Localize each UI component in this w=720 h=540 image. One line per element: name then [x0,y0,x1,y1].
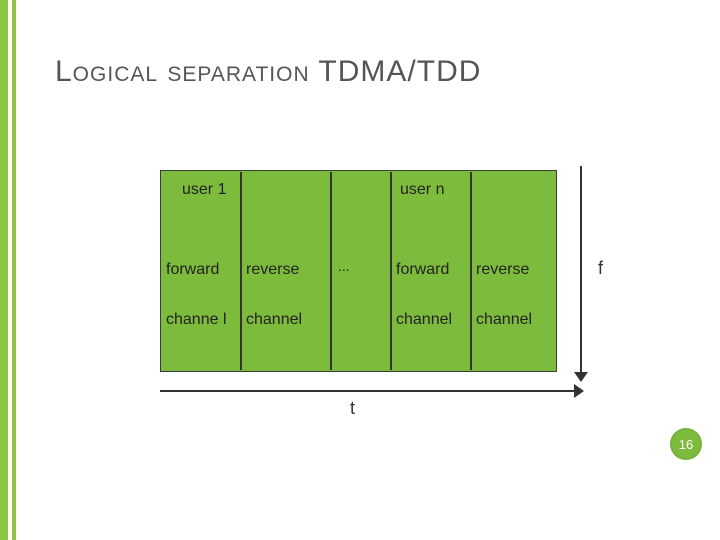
t-axis-arrow-icon [574,384,584,398]
slot-divider-3 [390,172,392,370]
accent-bar-left [0,0,8,540]
slot-divider-2 [330,172,332,370]
t-axis-label: t [350,398,355,419]
label-user-n: user n [400,180,480,200]
page-title: Logical separation TDMA/TDD [55,55,481,89]
label-channel-2a: channel [396,310,452,330]
f-axis-arrow-icon [574,372,588,382]
page-number-badge: 16 [670,428,702,460]
label-channel-1b: channel [246,310,302,330]
label-channel-1a: channe l [166,310,238,330]
label-reverse-2: reverse [476,260,529,280]
label-user-1: user 1 [182,180,227,200]
f-axis-line [580,166,582,376]
label-forward-1: forward [166,260,219,280]
f-axis-label: f [598,258,603,279]
slot-divider-1 [240,172,242,370]
label-channel-2b: channel [476,310,532,330]
label-ellipsis: ... [338,256,350,276]
slot-divider-4 [470,172,472,370]
label-forward-2: forward [396,260,449,280]
t-axis-line [160,390,578,392]
label-reverse-1: reverse [246,260,299,280]
accent-bar-right [12,0,16,540]
diagram-stage: user 1 user n forward reverse ... forwar… [140,160,610,400]
